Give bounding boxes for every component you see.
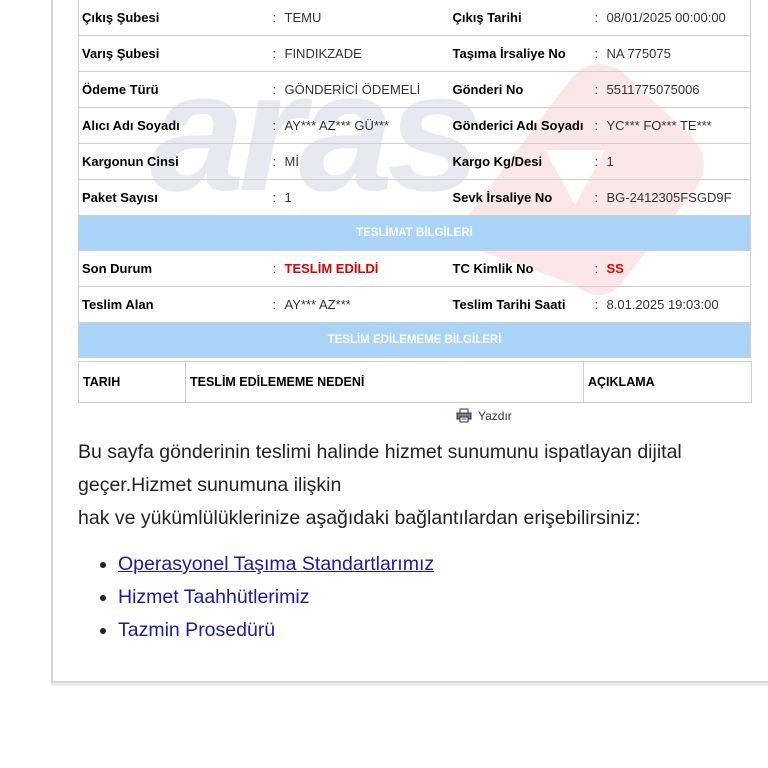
field-label: Taşıma İrsaliye No bbox=[449, 35, 592, 72]
status-label: Son Durum bbox=[78, 250, 270, 287]
field-label: Alıcı Adı Soyadı bbox=[78, 107, 270, 144]
field-label: Paket Sayısı bbox=[78, 179, 270, 216]
field-value: 08/01/2025 00:00:00 bbox=[606, 10, 726, 25]
field-value: 5511775075006 bbox=[606, 82, 700, 97]
delivery-date-value: 8.01.2025 19:03:00 bbox=[606, 297, 719, 312]
field-value: FINDIKZADE bbox=[284, 46, 362, 61]
colon: : bbox=[272, 118, 277, 133]
colon: : bbox=[272, 190, 277, 205]
column-header-description: AÇIKLAMA bbox=[583, 361, 752, 403]
colon: : bbox=[594, 297, 599, 312]
shipment-info-table: Çıkış Şubesi: TEMU Çıkış Tarihi:08/01/2025… bbox=[78, 0, 751, 358]
field-label: Gönderici Adı Soyadı bbox=[449, 107, 592, 144]
list-item: Tazmin Prosedürü bbox=[118, 614, 434, 647]
failed-delivery-table: TARIH TESLİM EDİLEMEME NEDENİ AÇIKLAMA bbox=[78, 361, 752, 403]
field-value: 1 bbox=[606, 154, 614, 169]
info-paragraph: Bu sayfa gönderinin teslimi halinde hizm… bbox=[78, 436, 768, 535]
field-value: TEMU bbox=[284, 10, 322, 25]
info-line: Bu sayfa gönderinin teslimi halinde hizm… bbox=[78, 441, 682, 463]
delivery-status-value: TESLİM EDİLDİ bbox=[284, 261, 379, 276]
colon: : bbox=[594, 46, 599, 61]
field-value: AY*** AZ*** GÜ*** bbox=[284, 118, 390, 133]
colon: : bbox=[272, 82, 277, 97]
print-button[interactable]: Yazdır bbox=[456, 408, 512, 423]
colon: : bbox=[594, 10, 599, 25]
field-label: Sevk İrsaliye No bbox=[449, 179, 592, 216]
colon: : bbox=[272, 261, 277, 276]
field-label: Ödeme Türü bbox=[78, 71, 270, 108]
tc-id-label: TC Kimlik No bbox=[449, 250, 592, 287]
field-label: Gönderi No bbox=[449, 71, 592, 108]
field-value: YC*** FO*** TE*** bbox=[606, 118, 712, 133]
field-label: Çıkış Tarihi bbox=[449, 0, 592, 36]
receiver-value: AY*** AZ*** bbox=[284, 297, 351, 312]
table-row: Alıcı Adı Soyadı: AY*** AZ*** GÜ*** Gönder… bbox=[78, 107, 751, 144]
link-service-commitments[interactable]: Hizmet Taahhütlerimiz bbox=[118, 586, 309, 608]
colon: : bbox=[594, 82, 599, 97]
delivery-section-title: TESLİMAT BİLGİLERİ bbox=[78, 215, 751, 251]
info-line: geçer.Hizmet sunumuna ilişkin bbox=[78, 474, 342, 496]
field-value: Mİ bbox=[284, 154, 299, 169]
link-operational-standards[interactable]: Operasyonel Taşıma Standartlarımız bbox=[118, 553, 434, 575]
list-item: Hizmet Taahhütlerimiz bbox=[118, 581, 434, 614]
colon: : bbox=[594, 154, 599, 169]
table-header-row: TARIH TESLİM EDİLEMEME NEDENİ AÇIKLAMA bbox=[78, 361, 752, 403]
delivery-section-header: TESLİMAT BİLGİLERİ bbox=[78, 215, 751, 251]
info-line: hak ve yükümlülüklerinize aşağıdaki bağl… bbox=[78, 507, 641, 529]
print-label: Yazdır bbox=[478, 408, 512, 423]
colon: : bbox=[272, 10, 277, 25]
table-row: Varış Şubesi: FINDIKZADE Taşıma İrsaliye N… bbox=[78, 35, 751, 72]
link-compensation-procedure[interactable]: Tazmin Prosedürü bbox=[118, 619, 275, 641]
colon: : bbox=[594, 118, 599, 133]
colon: : bbox=[272, 154, 277, 169]
field-value: NA 775075 bbox=[606, 46, 671, 61]
printer-icon bbox=[456, 408, 472, 423]
field-label: Varış Şubesi bbox=[78, 35, 270, 72]
colon: : bbox=[272, 46, 277, 61]
column-header-reason: TESLİM EDİLEMEME NEDENİ bbox=[185, 361, 584, 403]
field-value: GÖNDERİCİ ÖDEMELİ bbox=[284, 82, 421, 97]
delivery-date-label: Teslim Tarihi Saati bbox=[449, 286, 592, 323]
failed-section-header: TESLİM EDİLEMEME BİLGİLERİ bbox=[78, 322, 751, 358]
list-item: Operasyonel Taşıma Standartlarımız bbox=[118, 548, 434, 581]
table-row: Paket Sayısı:1 Sevk İrsaliye No: BG-241230… bbox=[78, 179, 751, 216]
field-label: Kargonun Cinsi bbox=[78, 143, 270, 180]
colon: : bbox=[594, 190, 599, 205]
table-row: Teslim Alan : AY*** AZ*** Teslim Tarihi S… bbox=[78, 286, 751, 323]
field-value: BG-2412305FSGD9F bbox=[606, 190, 732, 205]
tc-id-value: SS bbox=[606, 261, 624, 276]
field-label: Kargo Kg/Desi bbox=[449, 143, 592, 180]
policy-links-list: Operasyonel Taşıma Standartlarımız Hizme… bbox=[78, 548, 434, 647]
table-row: Kargonun Cinsi: Mİ Kargo Kg/Desi:1 bbox=[78, 143, 751, 180]
colon: : bbox=[594, 261, 599, 276]
column-header-date: TARIH bbox=[78, 361, 186, 403]
field-value: 1 bbox=[284, 190, 292, 205]
colon: : bbox=[272, 297, 277, 312]
failed-section-title: TESLİM EDİLEMEME BİLGİLERİ bbox=[78, 322, 751, 358]
table-row: Son Durum : TESLİM EDİLDİ TC Kimlik No : S… bbox=[78, 250, 751, 287]
table-row: Çıkış Şubesi: TEMU Çıkış Tarihi:08/01/2025… bbox=[78, 0, 751, 36]
receiver-label: Teslim Alan bbox=[78, 286, 270, 323]
table-row: Ödeme Türü: GÖNDERİCİ ÖDEMELİ Gönderi No:5… bbox=[78, 71, 751, 108]
field-label: Çıkış Şubesi bbox=[78, 0, 270, 36]
